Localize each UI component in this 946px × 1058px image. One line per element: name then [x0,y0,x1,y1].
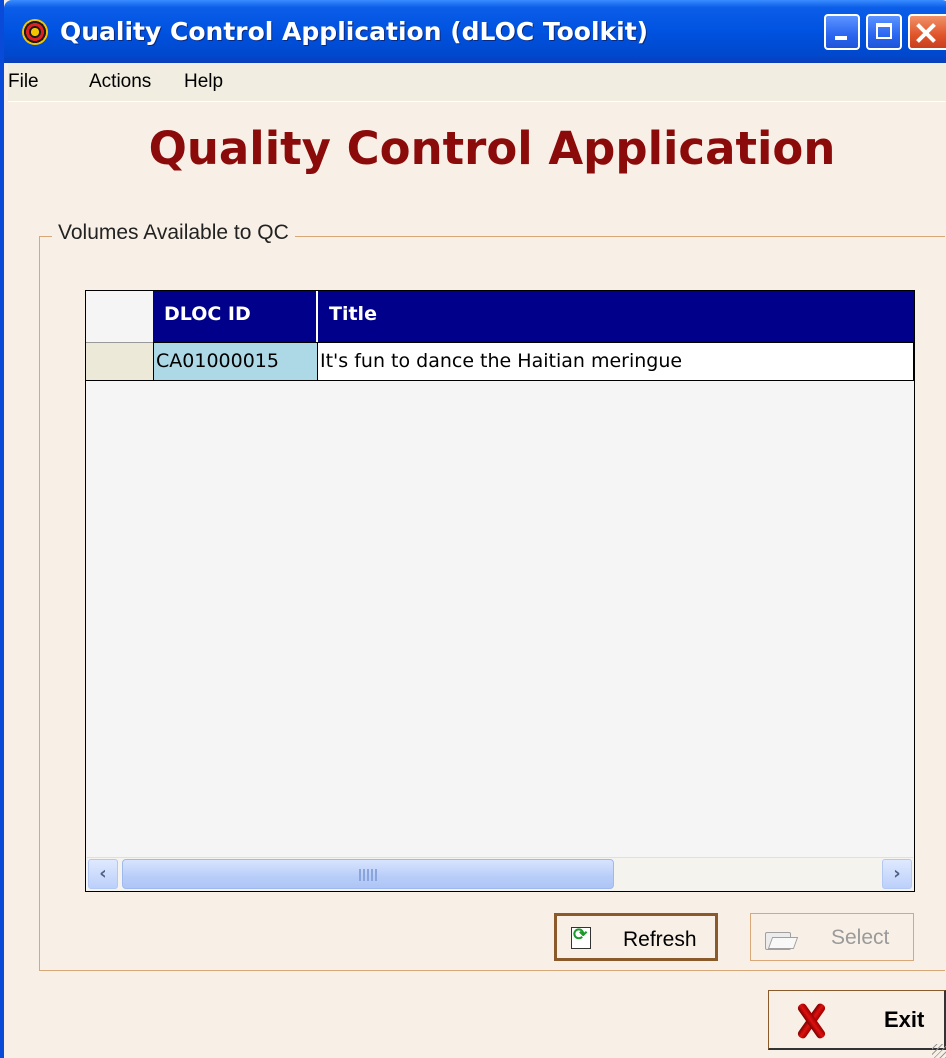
column-header-title[interactable]: Title [318,291,914,342]
cell-title[interactable]: It's fun to dance the Haitian meringue [318,342,914,381]
open-folder-icon [765,928,795,950]
group-label: Volumes Available to QC [52,221,295,245]
menu-bar: File Actions Help [8,63,946,102]
grid-corner[interactable] [86,291,153,342]
menu-file[interactable]: File [8,71,39,93]
column-header-dloc-id[interactable]: DLOC ID [153,291,318,342]
select-button[interactable]: Select [750,913,914,961]
volumes-grid: DLOC ID Title CA01000015 It's fun to dan… [85,290,915,892]
horizontal-scrollbar[interactable]: ‹ › [87,857,913,891]
menu-help[interactable]: Help [184,71,223,93]
grid-header: DLOC ID Title [153,291,914,342]
menu-actions[interactable]: Actions [89,71,151,93]
cell-dloc-id[interactable]: CA01000015 [153,342,318,381]
page-title: Quality Control Application [148,122,836,175]
target-icon [22,19,48,45]
exit-label: Exit [884,1007,925,1032]
close-icon[interactable] [908,14,946,50]
grip-icon [359,869,377,881]
title-bar[interactable]: Quality Control Application (dLOC Toolki… [4,0,946,63]
refresh-label: Refresh [623,928,697,951]
scroll-right-icon[interactable]: › [882,859,912,889]
resize-grip-icon[interactable] [932,1044,946,1058]
minimize-icon[interactable] [824,14,860,50]
maximize-icon[interactable] [866,14,902,50]
row-header[interactable] [86,342,153,381]
window-title: Quality Control Application (dLOC Toolki… [60,17,649,46]
scrollbar-thumb[interactable] [122,859,614,889]
app-window: Quality Control Application (dLOC Toolki… [0,0,946,1058]
refresh-icon [571,925,591,949]
exit-x-icon [791,1001,831,1041]
scroll-left-icon[interactable]: ‹ [88,859,118,889]
select-label: Select [831,926,890,949]
refresh-button[interactable]: Refresh [554,913,718,961]
exit-button[interactable]: Exit [768,990,946,1050]
